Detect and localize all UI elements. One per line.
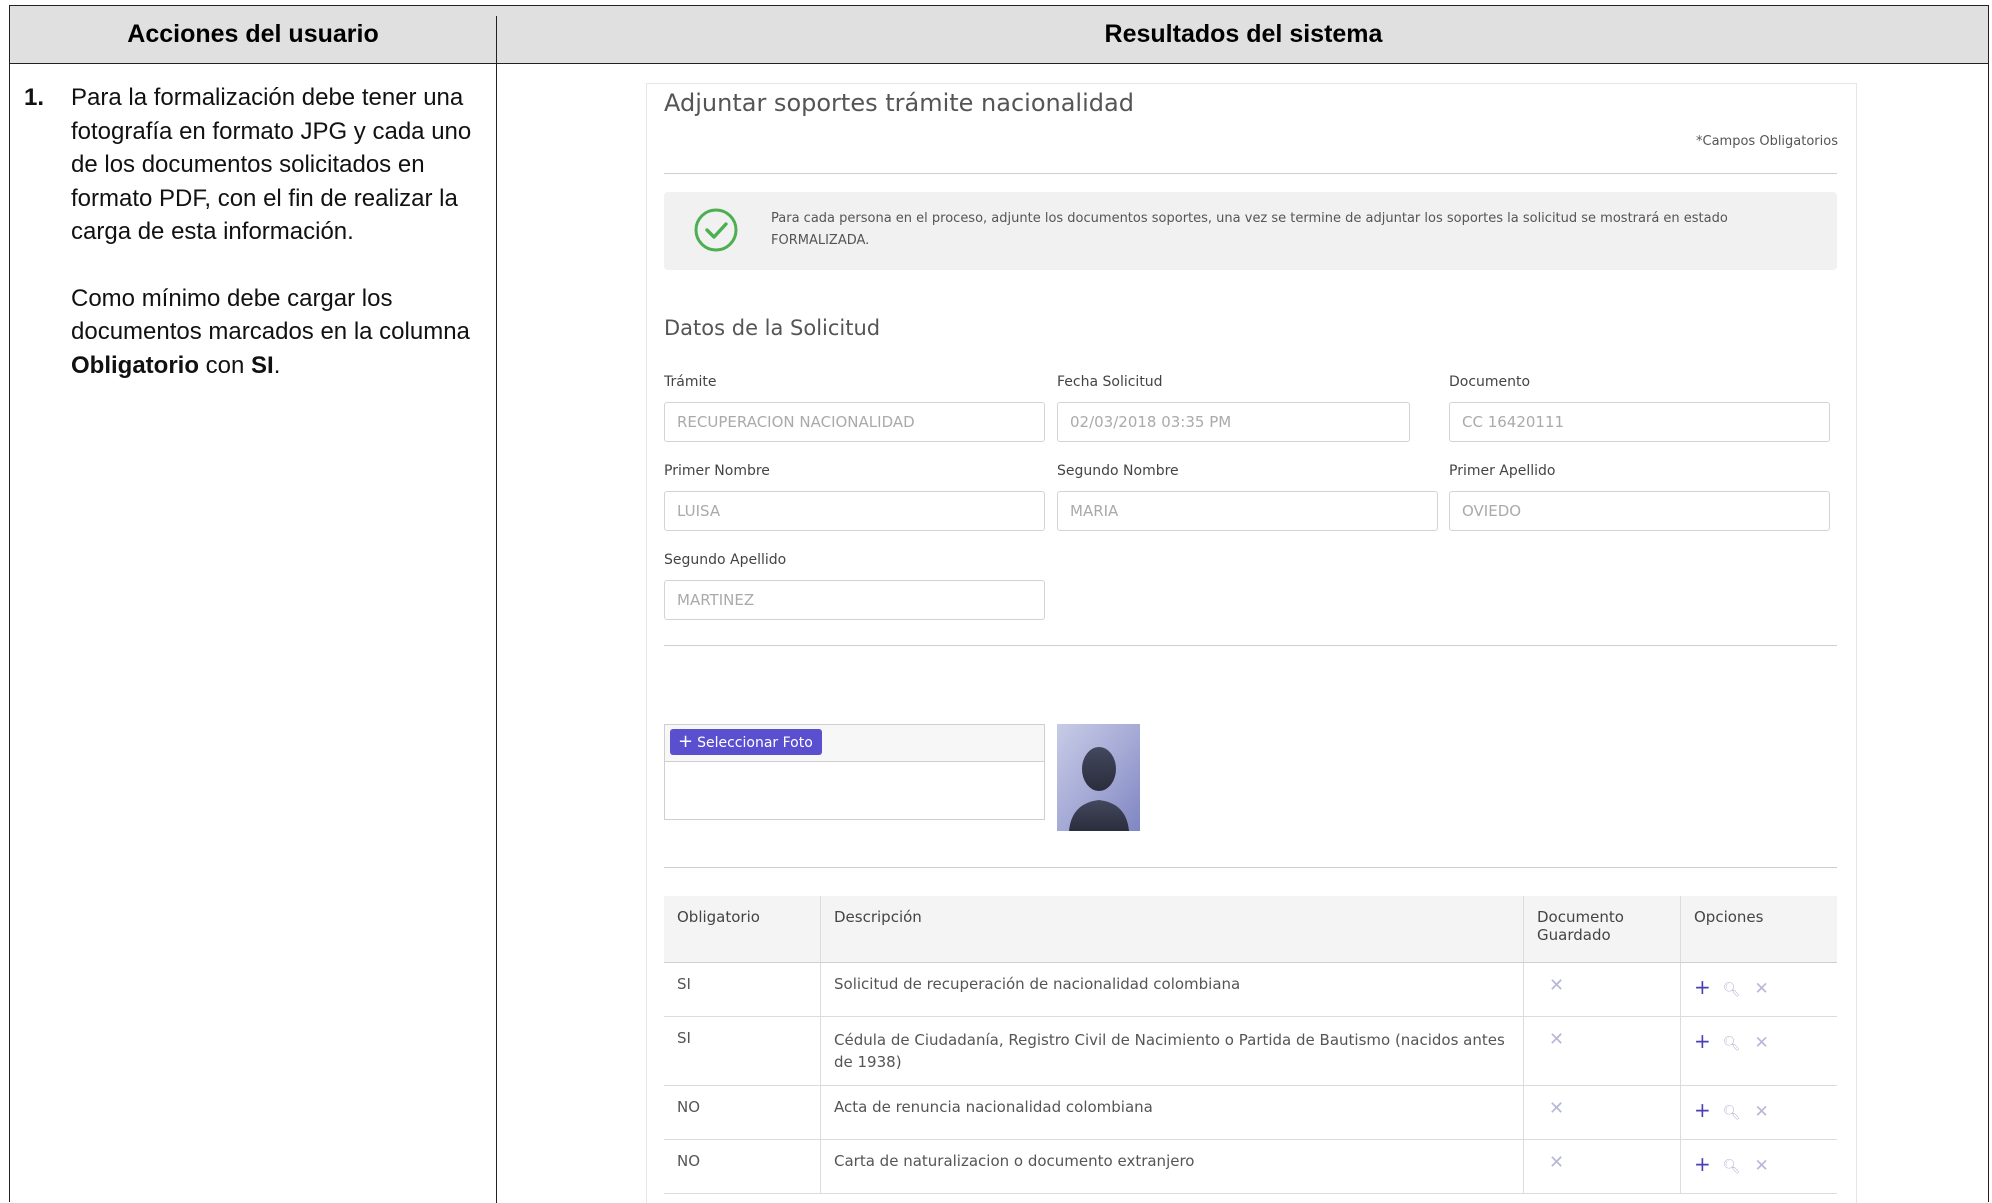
header-user-actions: Acciones del usuario	[127, 20, 379, 48]
page-title: Adjuntar soportes trámite nacionalidad	[664, 89, 1134, 117]
column-header: Documento Guardado	[1523, 896, 1681, 963]
add-document-icon[interactable]: +	[1694, 975, 1711, 999]
obligatorio-cell: SI	[664, 962, 821, 1017]
primer-apellido-label: Primer Apellido	[1449, 463, 1556, 479]
delete-icon[interactable]: ✕	[1755, 1102, 1769, 1122]
not-saved-icon: ✕	[1549, 1152, 1565, 1173]
descripcion-cell: Carta de naturalizacion o documento extr…	[820, 1139, 1524, 1194]
primer-apellido-field[interactable]: OVIEDO	[1449, 491, 1830, 531]
descripcion-cell: Cédula de Ciudadanía, Registro Civil de …	[820, 1016, 1524, 1086]
step-text: Como mínimo debe cargar los documentos m…	[71, 284, 470, 346]
documento-field[interactable]: CC 16420111	[1449, 402, 1830, 442]
saved-cell: ✕	[1523, 1085, 1681, 1140]
segundo-nombre-label: Segundo Nombre	[1057, 463, 1179, 479]
saved-cell: ✕	[1523, 1139, 1681, 1194]
step-number: 1.	[24, 84, 45, 111]
options-cell: + 🔍︎ ✕	[1680, 1016, 1837, 1086]
step-paragraph-2: Como mínimo debe cargar los documentos m…	[71, 282, 484, 383]
documents-table-header: Obligatorio Descripción Documento Guarda…	[664, 896, 1837, 963]
table-row: SI Cédula de Ciudadanía, Registro Civil …	[664, 1016, 1837, 1086]
table-header-row: Acciones del usuario Resultados del sist…	[10, 6, 1988, 64]
segundo-apellido-field[interactable]: MARTINEZ	[664, 580, 1045, 620]
step-text: .	[273, 351, 281, 379]
delete-icon[interactable]: ✕	[1755, 979, 1769, 999]
column-divider	[496, 16, 497, 1203]
procedure-table: Acciones del usuario Resultados del sist…	[9, 5, 1989, 1203]
column-header: Obligatorio	[664, 896, 821, 963]
divider	[664, 173, 1837, 174]
add-document-icon[interactable]: +	[1694, 1098, 1711, 1122]
descripcion-cell: Solicitud de recuperación de nacionalida…	[820, 962, 1524, 1017]
not-saved-icon: ✕	[1549, 975, 1565, 996]
divider	[664, 645, 1837, 646]
saved-cell: ✕	[1523, 1016, 1681, 1086]
documents-table: Obligatorio Descripción Documento Guarda…	[664, 896, 1837, 1194]
tramite-field[interactable]: RECUPERACION NACIONALIDAD	[664, 402, 1045, 442]
primer-nombre-field[interactable]: LUISA	[664, 491, 1045, 531]
photo-upload-box[interactable]: + Seleccionar Foto	[664, 724, 1045, 820]
step-paragraph-1: Para la formalización debe tener una fot…	[71, 84, 472, 245]
check-circle-icon	[694, 208, 738, 252]
column-header: Descripción	[820, 896, 1524, 963]
obligatorio-cell: NO	[664, 1085, 821, 1140]
add-document-icon[interactable]: +	[1694, 1029, 1711, 1053]
header-system-results: Resultados del sistema	[1104, 20, 1383, 48]
options-cell: + 🔍︎ ✕	[1680, 1139, 1837, 1194]
documento-label: Documento	[1449, 374, 1531, 390]
add-document-icon[interactable]: +	[1694, 1152, 1711, 1176]
section-title: Datos de la Solicitud	[664, 316, 881, 340]
upload-toolbar: + Seleccionar Foto	[665, 725, 1044, 762]
tramite-label: Trámite	[664, 374, 717, 390]
delete-icon[interactable]: ✕	[1755, 1033, 1769, 1053]
descripcion-cell: Acta de renuncia nacionalidad colombiana	[820, 1085, 1524, 1140]
primer-nombre-label: Primer Nombre	[664, 463, 770, 479]
table-row: NO Acta de renuncia nacionalidad colombi…	[664, 1085, 1837, 1140]
table-row: NO Carta de naturalizacion o documento e…	[664, 1139, 1837, 1194]
segundo-apellido-label: Segundo Apellido	[664, 552, 787, 568]
step-description: Para la formalización debe tener una fot…	[71, 81, 484, 382]
delete-icon[interactable]: ✕	[1755, 1156, 1769, 1176]
plus-icon: +	[678, 731, 694, 752]
info-notice: Para cada persona en el proceso, adjunte…	[664, 192, 1837, 270]
avatar-placeholder-icon	[1057, 724, 1140, 831]
select-photo-button[interactable]: + Seleccionar Foto	[670, 729, 822, 755]
required-fields-note: *Campos Obligatorios	[1696, 134, 1838, 149]
options-cell: + 🔍︎ ✕	[1680, 962, 1837, 1017]
search-icon[interactable]: 🔍︎	[1723, 1159, 1741, 1175]
notice-text: Para cada persona en el proceso, adjunte…	[771, 211, 1728, 248]
table-row: SI Solicitud de recuperación de nacional…	[664, 962, 1837, 1017]
segundo-nombre-field[interactable]: MARIA	[1057, 491, 1438, 531]
attach-documents-screenshot: Adjuntar soportes trámite nacionalidad *…	[646, 83, 1857, 1203]
not-saved-icon: ✕	[1549, 1098, 1565, 1119]
select-photo-label: Seleccionar Foto	[697, 735, 813, 751]
not-saved-icon: ✕	[1549, 1029, 1565, 1050]
column-header: Opciones	[1680, 896, 1837, 963]
fecha-solicitud-label: Fecha Solicitud	[1057, 374, 1163, 390]
obligatorio-cell: SI	[664, 1016, 821, 1086]
step-text: con	[199, 351, 252, 379]
search-icon[interactable]: 🔍︎	[1723, 982, 1741, 998]
fecha-solicitud-field[interactable]: 02/03/2018 03:35 PM	[1057, 402, 1410, 442]
saved-cell: ✕	[1523, 962, 1681, 1017]
step-text-bold: Obligatorio	[71, 351, 199, 379]
obligatorio-cell: NO	[664, 1139, 821, 1194]
divider	[664, 867, 1837, 868]
options-cell: + 🔍︎ ✕	[1680, 1085, 1837, 1140]
step-text-bold: SI	[251, 351, 274, 379]
search-icon[interactable]: 🔍︎	[1723, 1036, 1741, 1052]
step-1: 1. Para la formalización debe tener una …	[24, 81, 484, 415]
search-icon[interactable]: 🔍︎	[1723, 1105, 1741, 1121]
